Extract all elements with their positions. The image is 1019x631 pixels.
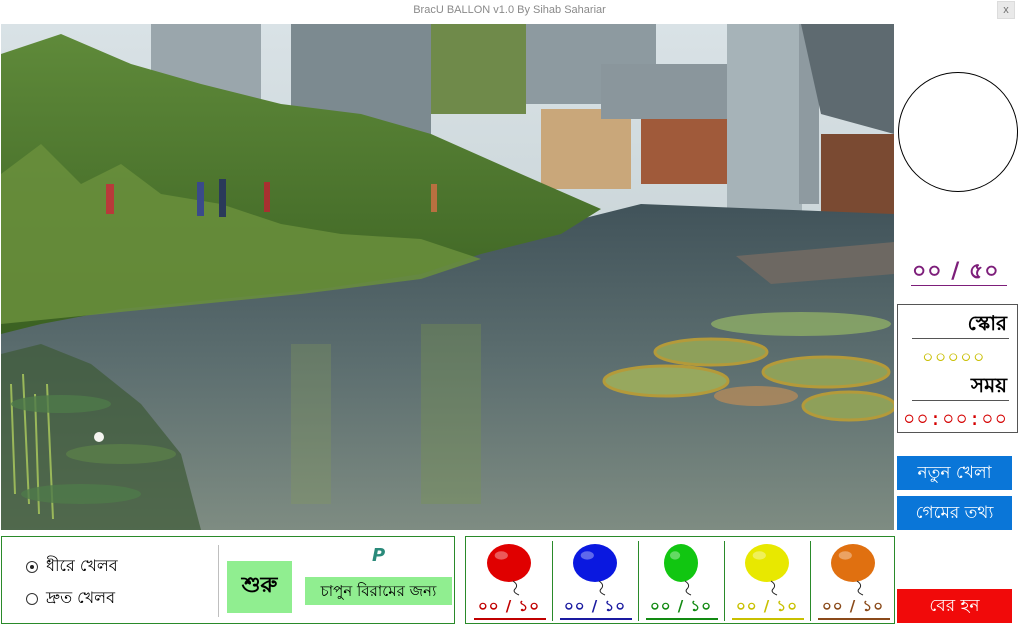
balloon-tally-orange: ০০ / ১০ xyxy=(810,537,896,623)
green-balloon-body xyxy=(664,544,698,582)
radio-fast-play[interactable]: দ্রুত খেলব xyxy=(26,585,115,612)
red-balloon-string xyxy=(512,580,520,596)
yellow-count-underline xyxy=(732,618,804,620)
window-title: BracU BALLON v1.0 By Sihab Sahariar xyxy=(413,4,606,16)
exit-button[interactable]: বের হন xyxy=(897,589,1012,623)
orange-balloon-body xyxy=(831,544,875,582)
orange-balloon-string xyxy=(856,580,864,596)
orange-balloon-highlight xyxy=(838,551,852,560)
green-count-underline xyxy=(646,618,718,620)
radio-slow-label: ধীরে খেলব xyxy=(46,556,118,575)
blue-balloon-body xyxy=(573,544,617,582)
balloon-tally-panel: ০০ / ১০ ০০ / ১০ ০০ / ১০ ০০ / ১০ ০০ / ১০ xyxy=(465,536,895,624)
background-scene-image xyxy=(1,24,894,530)
game-window: BracU BALLON v1.0 By Sihab Sahariar x ০০… xyxy=(0,0,1019,631)
yellow-balloon-count: ০০ / ১০ xyxy=(736,597,798,615)
close-button[interactable]: x xyxy=(997,1,1015,19)
green-balloon-string xyxy=(684,580,692,596)
pause-key-label: P xyxy=(372,545,386,566)
radio-fast-label: দ্রুত খেলব xyxy=(46,588,115,607)
orange-count-underline xyxy=(818,618,890,620)
red-balloon-count: ০০ / ১০ xyxy=(478,597,540,615)
blue-balloon-string xyxy=(598,580,606,596)
red-balloon-icon xyxy=(487,544,531,596)
orange-balloon-icon xyxy=(831,544,875,596)
score-value: ০০০০০ xyxy=(922,347,986,368)
title-bar: BracU BALLON v1.0 By Sihab Sahariar x xyxy=(0,0,1019,22)
start-button[interactable]: শুরু xyxy=(227,561,292,613)
pause-hint-label: চাপুন বিরামের জন্য xyxy=(305,577,452,605)
yellow-balloon-icon xyxy=(745,544,789,596)
radio-slow-play[interactable]: ধীরে খেলব xyxy=(26,553,118,580)
balloon-tally-green: ০০ / ১০ xyxy=(638,537,724,623)
counter-underline xyxy=(911,285,1007,286)
blue-balloon-count: ০০ / ১০ xyxy=(564,597,626,615)
balloon-preview-circle xyxy=(898,72,1018,192)
control-panel: ধীরে খেলব দ্রুত খেলব শুরু P চাপুন বিরামে… xyxy=(1,536,455,624)
time-value: ০০:০০:০০ xyxy=(903,408,1008,430)
yellow-balloon-highlight xyxy=(752,551,766,560)
radio-selected-icon[interactable] xyxy=(26,560,38,573)
time-divider xyxy=(912,400,1009,401)
orange-balloon-count: ০০ / ১০ xyxy=(822,597,884,615)
red-balloon-highlight xyxy=(494,551,508,560)
red-count-underline xyxy=(474,618,546,620)
balloon-tally-yellow: ০০ / ১০ xyxy=(724,537,810,623)
red-balloon-body xyxy=(487,544,531,582)
balloon-tally-red: ০০ / ১০ xyxy=(466,537,552,623)
game-play-area[interactable] xyxy=(1,24,894,530)
blue-balloon-icon xyxy=(573,544,617,596)
game-info-button[interactable]: গেমের তথ্য xyxy=(897,496,1012,530)
radio-unselected-icon[interactable] xyxy=(26,592,38,605)
green-balloon-count: ০০ / ১০ xyxy=(650,597,712,615)
panel-divider xyxy=(218,545,219,617)
yellow-balloon-body xyxy=(745,544,789,582)
blue-count-underline xyxy=(560,618,632,620)
green-balloon-highlight xyxy=(669,551,681,560)
blue-balloon-highlight xyxy=(580,551,594,560)
new-game-button[interactable]: নতুন খেলা xyxy=(897,456,1012,490)
score-divider xyxy=(912,338,1009,339)
balloon-tally-blue: ০০ / ১০ xyxy=(552,537,638,623)
score-panel: স্কোর ০০০০০ সময় ০০:০০:০০ xyxy=(897,304,1018,433)
yellow-balloon-string xyxy=(770,580,778,596)
green-balloon-icon xyxy=(664,544,698,596)
